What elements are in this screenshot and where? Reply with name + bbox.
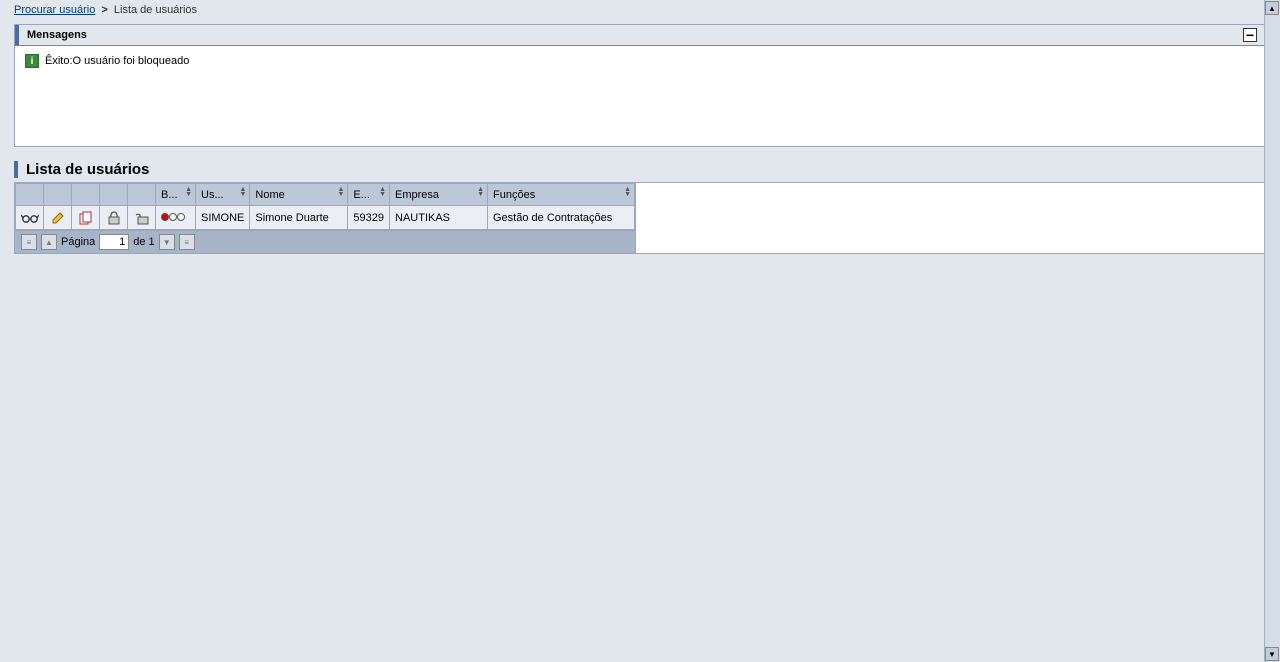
table-empty-area <box>635 183 1265 253</box>
pager-next[interactable]: ▼ <box>159 234 175 250</box>
copy-icon <box>79 211 93 225</box>
breadcrumb-separator: > <box>101 4 107 16</box>
scroll-down-icon[interactable]: ▼ <box>1265 647 1279 661</box>
messages-panel: Mensagens − i Êxito:O usuário foi bloque… <box>14 24 1266 147</box>
pager-prev[interactable]: ▲ <box>41 234 57 250</box>
table-header-row: B... ▲▼ Us... ▲▼ Nome ▲▼ E... <box>16 184 635 206</box>
sort-icon[interactable]: ▲▼ <box>477 187 484 197</box>
lock-icon <box>108 211 120 225</box>
sort-icon[interactable]: ▲▼ <box>379 187 386 197</box>
pencil-icon <box>51 211 65 225</box>
pager-input[interactable] <box>99 234 129 250</box>
col-action-copy <box>72 184 100 206</box>
user-list-title: Lista de usuários <box>14 161 1266 178</box>
cell-lock[interactable] <box>100 206 128 230</box>
vertical-scrollbar[interactable]: ▲ ▼ <box>1264 0 1280 662</box>
breadcrumb: Procurar usuário > Lista de usuários <box>0 0 1280 20</box>
cell-funcoes: Gestão de Contratações <box>488 206 635 230</box>
col-action-unlock <box>128 184 156 206</box>
cell-nome: Simone Duarte <box>250 206 348 230</box>
status-blocked-icon <box>161 213 185 221</box>
cell-status <box>156 206 196 230</box>
pager: ≡ ▲ Página de 1 ▼ ≡ <box>15 230 635 253</box>
col-name[interactable]: Nome ▲▼ <box>250 184 348 206</box>
user-list-table: B... ▲▼ Us... ▲▼ Nome ▲▼ E... <box>15 183 635 230</box>
col-funcoes[interactable]: Funções ▲▼ <box>488 184 635 206</box>
sort-icon[interactable]: ▲▼ <box>239 187 246 197</box>
cell-empresa: NAUTIKAS <box>390 206 488 230</box>
cell-unlock[interactable] <box>128 206 156 230</box>
breadcrumb-current: Lista de usuários <box>114 4 197 16</box>
cell-user: SIMONE <box>196 206 250 230</box>
cell-view[interactable] <box>16 206 44 230</box>
col-empresa[interactable]: Empresa ▲▼ <box>390 184 488 206</box>
sort-icon[interactable]: ▲▼ <box>337 187 344 197</box>
col-user[interactable]: Us... ▲▼ <box>196 184 250 206</box>
glasses-icon <box>21 212 39 224</box>
message-text: Êxito:O usuário foi bloqueado <box>45 55 189 67</box>
messages-header: Mensagens − <box>15 25 1265 46</box>
success-icon: i <box>25 54 39 68</box>
col-e[interactable]: E... ▲▼ <box>348 184 390 206</box>
messages-body: i Êxito:O usuário foi bloqueado <box>15 46 1265 146</box>
sort-icon[interactable]: ▲▼ <box>624 187 631 197</box>
cell-e: 59329 <box>348 206 390 230</box>
pager-of-text: de 1 <box>133 236 154 248</box>
col-action-lock <box>100 184 128 206</box>
col-blocked[interactable]: B... ▲▼ <box>156 184 196 206</box>
messages-title: Mensagens <box>27 29 87 41</box>
col-action-edit <box>44 184 72 206</box>
table-row: SIMONE Simone Duarte 59329 NAUTIKAS Gest… <box>16 206 635 230</box>
breadcrumb-link-search-user[interactable]: Procurar usuário <box>14 4 95 16</box>
pager-label-page: Página <box>61 236 95 248</box>
scroll-up-icon[interactable]: ▲ <box>1265 1 1279 15</box>
message-row: i Êxito:O usuário foi bloqueado <box>25 54 1255 68</box>
cell-copy[interactable] <box>72 206 100 230</box>
collapse-button[interactable]: − <box>1243 28 1257 42</box>
cell-edit[interactable] <box>44 206 72 230</box>
pager-first[interactable]: ≡ <box>21 234 37 250</box>
sort-icon[interactable]: ▲▼ <box>185 187 192 197</box>
col-action-view <box>16 184 44 206</box>
unlock-icon <box>135 211 149 225</box>
pager-last[interactable]: ≡ <box>179 234 195 250</box>
user-list-table-wrap: B... ▲▼ Us... ▲▼ Nome ▲▼ E... <box>14 182 1266 254</box>
